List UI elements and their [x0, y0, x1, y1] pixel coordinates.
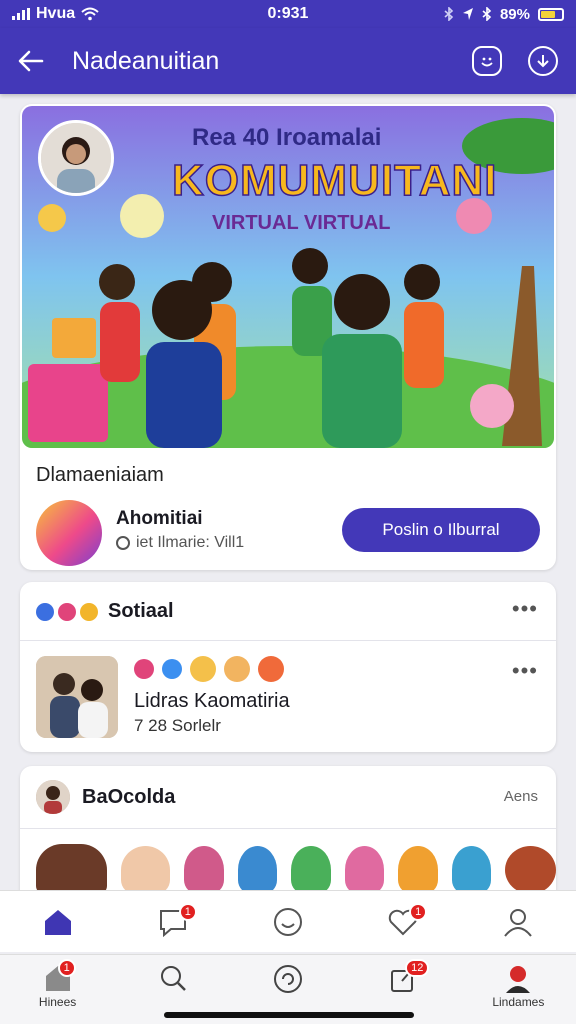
sticker-icon — [80, 602, 98, 621]
hero-tagline: Rea 40 Iroamalai — [192, 124, 382, 151]
nav-refresh[interactable] — [248, 963, 328, 995]
friends-title: BaOcolda — [82, 786, 176, 808]
notification-badge: 12 — [405, 959, 430, 977]
friend-avatar[interactable] — [36, 844, 108, 894]
battery-icon — [538, 7, 564, 21]
kid-avatar[interactable] — [237, 846, 278, 894]
community-card: Rea 40 Iroamalai KOMUMUITANI VIRTUAL VIR… — [20, 104, 556, 570]
nav-label: Lindames — [492, 995, 545, 1009]
status-bar: Hvua 0:931 89% — [0, 0, 576, 28]
social-header: Sotiaal — [36, 600, 174, 623]
group-avatar[interactable] — [36, 500, 102, 566]
hero-subheadline: VIRTUAL VIRTUAL — [212, 212, 391, 234]
nav-search[interactable] — [133, 963, 213, 993]
download-button[interactable] — [528, 46, 558, 76]
divider — [20, 640, 556, 641]
friends-avatar-strip — [36, 844, 557, 894]
search-icon — [160, 966, 186, 991]
tab-likes[interactable]: 1 — [363, 902, 443, 937]
notification-badge: 1 — [57, 959, 76, 977]
notification-badge: 1 — [409, 902, 428, 921]
kid-avatar[interactable] — [291, 846, 331, 894]
smile-icon — [481, 57, 493, 67]
page-title: Nadeanuitian — [72, 46, 220, 75]
tab-bar: 1 1 — [0, 890, 576, 952]
notification-badge: 1 — [178, 902, 197, 921]
join-button[interactable]: Poslin o Ilburral — [342, 508, 540, 552]
more-options-icon[interactable]: ••• — [512, 596, 538, 622]
kid-avatar[interactable] — [184, 846, 224, 894]
hero-banner[interactable]: Rea 40 Iroamalai KOMUMUITANI VIRTUAL VIR… — [22, 106, 554, 448]
group-meta: iet Ilmarie: Vill1 — [116, 534, 244, 552]
post-thumbnail[interactable] — [36, 656, 118, 738]
reaction-icon[interactable] — [162, 659, 182, 679]
app-bar: Nadeanuitian — [0, 28, 576, 94]
friend-avatar[interactable] — [121, 846, 171, 894]
kid-emoji-icon[interactable] — [224, 656, 250, 682]
members-icon — [116, 536, 130, 550]
smile-icon — [273, 907, 302, 936]
instagram-icon — [58, 602, 76, 621]
refresh-icon — [273, 965, 302, 993]
download-icon — [537, 55, 549, 68]
emoji-button[interactable] — [472, 46, 502, 76]
friends-avatar[interactable] — [36, 780, 70, 814]
signal-icon — [12, 8, 30, 20]
post-options-icon[interactable]: ••• — [512, 658, 538, 684]
kid-emoji-icon[interactable] — [190, 656, 216, 682]
social-card: Sotiaal ••• ••• Lidras Kaomatiria 7 28 S… — [20, 582, 556, 752]
bluetooth-icon — [444, 7, 454, 21]
group-meta-text: iet Ilmarie: Vill1 — [136, 534, 245, 551]
social-title: Sotiaal — [108, 600, 174, 622]
kid-avatar[interactable] — [451, 846, 492, 894]
nav-label: Hinees — [38, 995, 77, 1009]
post-meta: 7 28 Sorlelr — [134, 716, 221, 735]
nav-share[interactable]: 12 — [363, 959, 443, 993]
reaction-icon[interactable] — [134, 659, 154, 679]
friends-card: BaOcolda Aens — [20, 766, 557, 906]
creator-avatar[interactable] — [38, 120, 114, 196]
back-arrow-icon[interactable] — [18, 50, 44, 72]
facebook-icon — [36, 602, 54, 621]
group-name[interactable]: Ahomitiai — [116, 508, 203, 530]
clock: 0:931 — [267, 5, 309, 22]
tab-emoji[interactable] — [248, 906, 328, 938]
nav-account[interactable]: Lindames — [478, 963, 558, 1009]
reaction-row — [134, 656, 284, 682]
tab-messages[interactable]: 1 — [133, 902, 213, 937]
user-icon — [504, 908, 533, 937]
home-icon — [44, 909, 71, 935]
divider — [20, 828, 556, 829]
kid-avatar[interactable] — [344, 846, 385, 894]
location-icon — [462, 8, 473, 20]
battery-percent: 89% — [499, 5, 530, 23]
flower-emoji-icon[interactable] — [258, 656, 284, 682]
kid-avatar[interactable] — [505, 846, 557, 894]
nav-home[interactable]: 1 Hinees — [18, 959, 98, 1009]
section-label: Dlamaeniaiam — [36, 464, 164, 486]
tab-profile[interactable] — [478, 906, 558, 938]
home-indicator[interactable] — [164, 1012, 414, 1018]
bluetooth-icon — [482, 7, 492, 21]
tab-home[interactable] — [18, 907, 98, 937]
profile-avatar-icon — [506, 966, 531, 993]
kid-avatar[interactable] — [398, 846, 438, 894]
carrier-label: Hvua — [36, 5, 76, 22]
wifi-icon — [81, 7, 99, 21]
hero-headline: KOMUMUITANI — [171, 155, 498, 206]
friends-count[interactable]: Aens — [504, 788, 538, 805]
post-title[interactable]: Lidras Kaomatiria — [134, 690, 290, 713]
